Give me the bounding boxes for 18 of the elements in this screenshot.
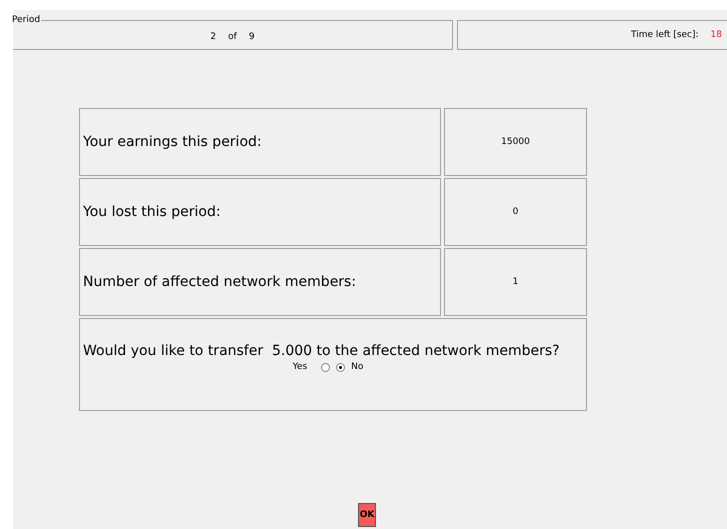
period-current: 2 bbox=[210, 32, 216, 42]
ok-button[interactable]: OK bbox=[358, 503, 376, 527]
row-value: 15000 bbox=[500, 137, 531, 147]
row-label: Number of affected network members: bbox=[82, 274, 356, 290]
row-value: 0 bbox=[512, 207, 520, 217]
period-of: of bbox=[228, 32, 237, 42]
row-label: Your earnings this period: bbox=[82, 134, 262, 150]
radio-button[interactable] bbox=[336, 362, 346, 372]
radio-button[interactable] bbox=[321, 362, 330, 372]
period-legend: Period bbox=[11, 15, 42, 25]
row-value: 1 bbox=[512, 277, 520, 287]
question-text: Would you like to transfer 5.000 to the affected network members? bbox=[82, 343, 560, 359]
period-total: 9 bbox=[248, 32, 255, 42]
timer-label: Time left [sec]: bbox=[630, 30, 699, 40]
timer-value: 18 bbox=[710, 30, 722, 40]
option-label: No bbox=[351, 362, 364, 372]
option-label: Yes bbox=[292, 362, 308, 372]
row-label: You lost this period: bbox=[82, 204, 221, 220]
